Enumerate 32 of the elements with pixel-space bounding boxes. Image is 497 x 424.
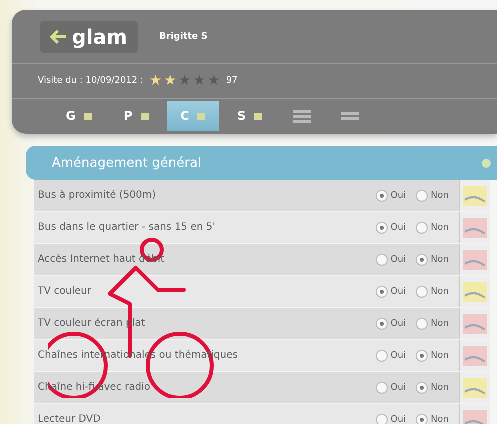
radio-option[interactable]: Oui	[376, 382, 406, 394]
radio-option[interactable]: Non	[416, 414, 449, 424]
radio-option[interactable]: Non	[416, 350, 449, 362]
logo-text: glam	[72, 24, 128, 49]
radio-option[interactable]: Oui	[376, 350, 406, 362]
radio-option[interactable]: Non	[416, 190, 449, 202]
tab[interactable]: G	[52, 101, 106, 132]
score: 97	[226, 76, 238, 86]
radio-option[interactable]: Oui	[376, 286, 406, 298]
radio-option[interactable]: Oui	[376, 190, 406, 202]
radio-option[interactable]: Oui	[376, 414, 406, 424]
radio-option[interactable]: Oui	[376, 222, 406, 234]
radio-option[interactable]: Oui	[376, 318, 406, 330]
row-label: Bus dans le quartier - sans 15 en 5'	[37, 222, 216, 233]
tab[interactable]: P	[110, 101, 163, 132]
user-name: Brigitte S	[160, 32, 208, 42]
radio-option[interactable]: Oui	[376, 254, 406, 266]
row-label: TV couleur	[37, 286, 92, 297]
tab[interactable]: S	[223, 101, 276, 132]
arrow-left-icon	[50, 28, 68, 45]
radio-option[interactable]: Non	[416, 222, 449, 234]
rating-stars: ★★★★★	[150, 72, 220, 89]
radio-option[interactable]: Non	[416, 254, 449, 266]
row-label: Lecteur DVD	[37, 414, 102, 424]
status-dot	[482, 158, 491, 168]
section-title: Aménagement général	[52, 156, 202, 170]
visit-date: Visite du : 10/09/2012 :	[38, 76, 144, 86]
radio-option[interactable]: Non	[416, 286, 449, 298]
logo[interactable]: glam	[40, 20, 138, 53]
radio-option[interactable]: Non	[416, 382, 449, 394]
row-label: Bus à proximité (500m)	[37, 190, 158, 201]
radio-option[interactable]: Non	[416, 318, 449, 330]
